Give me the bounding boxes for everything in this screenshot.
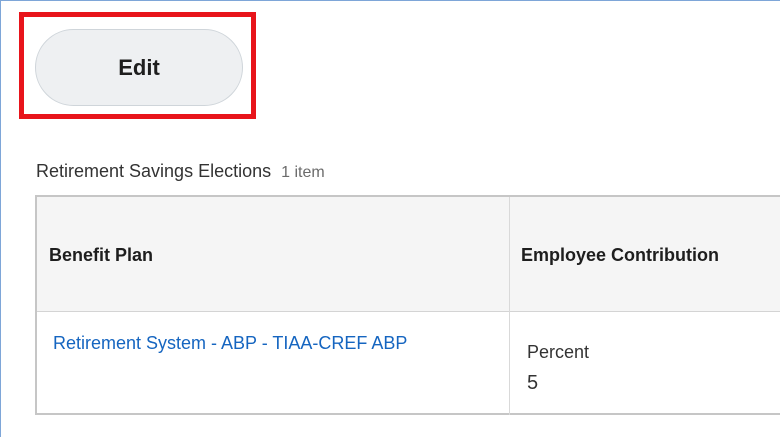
section-header: Retirement Savings Elections 1 item [36, 161, 325, 187]
table-header-row: Benefit Plan Employee Contribution [37, 197, 780, 312]
column-divider [509, 197, 510, 415]
section-title: Retirement Savings Elections [36, 161, 272, 181]
contribution-type: Percent [527, 342, 590, 362]
page-frame: Edit Retirement Savings Elections 1 item… [0, 0, 780, 437]
benefit-plan-link[interactable]: Retirement System - ABP - TIAA-CREF ABP [53, 333, 407, 354]
contribution-value: 5 [527, 372, 539, 394]
column-header-benefit-plan: Benefit Plan [49, 245, 154, 265]
elections-table: Benefit Plan Employee Contribution Retir… [35, 195, 780, 415]
item-count: 1 item [281, 164, 325, 181]
edit-button[interactable]: Edit [35, 29, 243, 106]
column-header-employee-contribution: Employee Contribution [521, 245, 719, 265]
edit-button-label: Edit [118, 54, 160, 80]
